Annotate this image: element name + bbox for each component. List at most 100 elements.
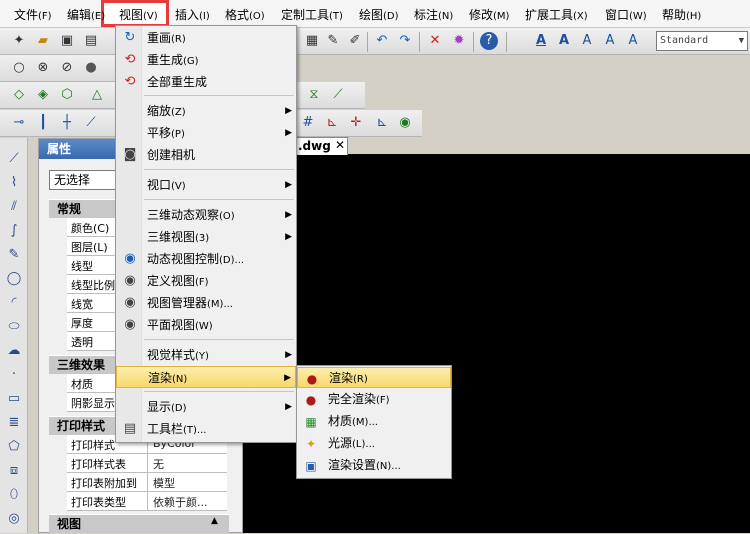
wedge-icon[interactable]: ◇: [10, 86, 28, 104]
submenu-arrow-icon: ▶: [285, 210, 292, 220]
line-tool-icon[interactable]: ⟋: [5, 150, 23, 168]
single-text-icon[interactable]: A: [555, 32, 573, 50]
prop-row[interactable]: 打印样式表 无: [67, 454, 227, 473]
ucs-axis-icon[interactable]: ⊾: [373, 114, 391, 132]
open-file-icon[interactable]: ▰: [34, 32, 52, 50]
submenu-item-full-render[interactable]: ● 完全渲染(F): [297, 389, 451, 410]
submenu-item-lights[interactable]: ✦ 光源(L)...: [297, 433, 451, 454]
print-icon[interactable]: ▤: [82, 32, 100, 50]
prop-key: 线型: [71, 260, 93, 273]
menu-item-render[interactable]: 渲染(N) ▶: [116, 366, 296, 388]
boundary-tool-icon[interactable]: ⬯: [5, 486, 23, 504]
submenu-item-render-settings[interactable]: ▣ 渲染设置(N)...: [297, 455, 451, 476]
circle-tool-icon[interactable]: ◯: [5, 270, 23, 288]
box-icon[interactable]: ⬡: [58, 86, 76, 104]
pencil-tool-icon[interactable]: ✎: [5, 246, 23, 264]
undo-icon[interactable]: ↶: [373, 32, 391, 50]
menu-format[interactable]: 格式(O): [225, 6, 265, 23]
spline-tool-icon[interactable]: ∫: [5, 222, 23, 240]
menu-item-redraw[interactable]: ↻ 重画(R): [116, 27, 296, 49]
pyramid-icon[interactable]: △: [88, 86, 106, 104]
menu-item-plan-view[interactable]: ◉ 平面视图(W): [116, 314, 296, 336]
point-tool-icon[interactable]: ·: [5, 366, 23, 384]
menu-help[interactable]: 帮助(H): [662, 6, 701, 23]
menu-insert[interactable]: 插入(I): [175, 6, 210, 23]
menu-file[interactable]: 文件(F): [14, 6, 52, 23]
multiline-tool-icon[interactable]: ⫽: [5, 198, 23, 216]
loft-icon[interactable]: ⧖: [305, 86, 323, 104]
redo-icon[interactable]: ↷: [396, 32, 414, 50]
submenu-item-render[interactable]: ● 渲染(R): [297, 367, 451, 388]
menu-item-label: 渲染: [148, 371, 173, 385]
menu-item-pan[interactable]: 平移(P) ▶: [116, 122, 296, 144]
brush-icon[interactable]: ✐: [346, 32, 364, 50]
ucs-world-icon[interactable]: ◉: [396, 114, 414, 132]
region-tool-icon[interactable]: ⧈: [5, 462, 23, 480]
diagonal-snap-icon[interactable]: ⟋: [82, 114, 100, 132]
cone-icon[interactable]: ⊘: [58, 59, 76, 77]
menu-edit[interactable]: 编辑(E): [67, 6, 105, 23]
sweep-icon[interactable]: ⟋: [329, 86, 347, 104]
hatch-tool-icon[interactable]: ≣: [5, 414, 23, 432]
ellipse-tool-icon[interactable]: ⬭: [5, 318, 23, 336]
section-view[interactable]: 视图: [49, 514, 229, 533]
menu-extend-tools[interactable]: 扩展工具(X): [525, 6, 588, 23]
save-icon[interactable]: ▣: [58, 32, 76, 50]
menu-item-regen[interactable]: ⟲ 重生成(G): [116, 49, 296, 71]
polygon-tool-icon[interactable]: ⬠: [5, 438, 23, 456]
ucs-move-icon[interactable]: ✛: [347, 114, 365, 132]
text-style-combo[interactable]: Standard ▼: [656, 31, 748, 51]
paste-icon[interactable]: ▦: [303, 32, 321, 50]
polyline-tool-icon[interactable]: ⌇: [5, 174, 23, 192]
menu-item-3d-orbit[interactable]: 三维动态观察(O) ▶: [116, 204, 296, 226]
selection-dropdown[interactable]: 无选择: [49, 170, 119, 190]
menu-custom-tools[interactable]: 定制工具(T): [281, 6, 343, 23]
menu-item-3d-views[interactable]: 三维视图(3) ▶: [116, 226, 296, 248]
line-snap-icon[interactable]: ⊸: [10, 114, 28, 132]
sphere-solid-icon[interactable]: ●: [82, 59, 100, 77]
menu-item-view-manager[interactable]: ◉ 视图管理器(M)...: [116, 292, 296, 314]
text-style-icon[interactable]: A: [532, 32, 550, 50]
explode-icon[interactable]: ✹: [450, 32, 468, 50]
find-text-icon[interactable]: A: [601, 32, 619, 50]
menu-modify[interactable]: 修改(M): [469, 6, 509, 23]
edit-text-icon[interactable]: A: [578, 32, 596, 50]
rectangle-tool-icon[interactable]: ▭: [5, 390, 23, 408]
menu-item-zoom[interactable]: 缩放(Z) ▶: [116, 100, 296, 122]
vertical-snap-icon[interactable]: ┃: [34, 114, 52, 132]
menu-item-viewports[interactable]: 视口(V) ▶: [116, 174, 296, 196]
menu-item-visual-styles[interactable]: 视觉样式(Y) ▶: [116, 344, 296, 366]
menu-view[interactable]: 视图(V): [119, 6, 158, 23]
ucs-icon[interactable]: ⊾: [323, 114, 341, 132]
prop-row[interactable]: 打印表类型 依赖于颜...: [67, 492, 227, 511]
menu-draw[interactable]: 绘图(D): [359, 6, 399, 23]
donut-tool-icon[interactable]: ◎: [5, 510, 23, 528]
diamond-icon[interactable]: ◈: [34, 86, 52, 104]
grid-snap-icon[interactable]: #: [299, 114, 317, 132]
menu-item-regen-all[interactable]: ⟲ 全部重生成: [116, 71, 296, 93]
menu-item-shortcut: (T)...: [183, 425, 207, 436]
help-icon[interactable]: ?: [480, 32, 498, 50]
menu-item-toolbars[interactable]: ▤ 工具栏(T)...: [116, 418, 296, 440]
menu-item-define-view[interactable]: ◉ 定义视图(F): [116, 270, 296, 292]
close-icon[interactable]: ✕: [335, 137, 347, 155]
sphere-wire-icon[interactable]: ○: [10, 59, 28, 77]
menu-dimension[interactable]: 标注(N): [414, 6, 453, 23]
spell-check-icon[interactable]: A: [624, 32, 642, 50]
new-file-icon[interactable]: ✦: [10, 32, 28, 50]
menu-format-label: 格式: [225, 8, 250, 22]
match-properties-icon[interactable]: ✎: [324, 32, 342, 50]
revcloud-tool-icon[interactable]: ☁: [5, 342, 23, 360]
menu-item-create-camera[interactable]: ◙ 创建相机: [116, 144, 296, 166]
arc-tool-icon[interactable]: ◜: [5, 294, 23, 312]
submenu-item-materials[interactable]: ▦ 材质(M)...: [297, 411, 451, 432]
menu-item-dynamic-view[interactable]: ◉ 动态视图控制(D)...: [116, 248, 296, 270]
menu-item-display[interactable]: 显示(D) ▶: [116, 396, 296, 418]
prop-row[interactable]: 打印表附加到 模型: [67, 473, 227, 492]
torus-icon[interactable]: ⊗: [34, 59, 52, 77]
cross-snap-icon[interactable]: ┼: [58, 114, 76, 132]
collapse-icon[interactable]: ▲: [211, 516, 218, 526]
menu-window[interactable]: 窗口(W): [605, 6, 647, 23]
prop-value: 无: [153, 458, 164, 471]
delete-icon[interactable]: ✕: [426, 32, 444, 50]
